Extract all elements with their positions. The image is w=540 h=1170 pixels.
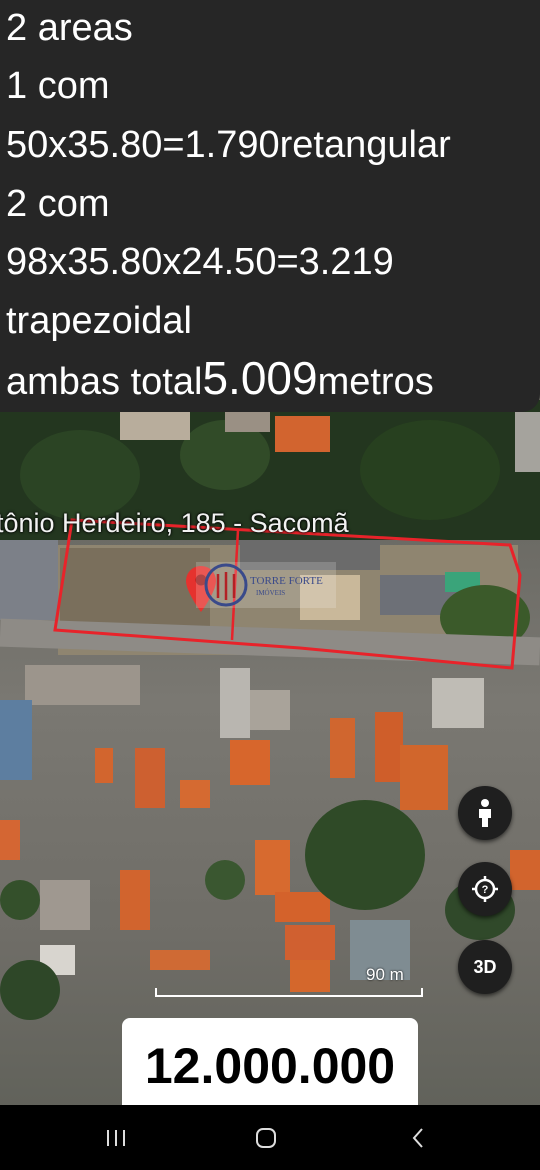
back-button[interactable] bbox=[378, 1105, 458, 1170]
watermark-logo: TORRE FORTE IMÓVEIS bbox=[196, 562, 336, 608]
note-line-5: 98x35.80x24.50=3.219 bbox=[6, 241, 394, 283]
total-prefix: ambas total bbox=[6, 361, 203, 403]
note-banner: 2 areas 1 com 50x35.80=1.790retangular 2… bbox=[0, 0, 540, 412]
total-value: 5.009 bbox=[202, 352, 318, 404]
note-line-2: 1 com bbox=[6, 65, 110, 107]
note-line-3: 50x35.80=1.790retangular bbox=[6, 124, 451, 166]
price-tag: 12.000.000 bbox=[122, 1018, 418, 1114]
recent-apps-button[interactable] bbox=[76, 1105, 156, 1170]
scale-bar bbox=[155, 988, 423, 997]
svg-text:IMÓVEIS: IMÓVEIS bbox=[256, 589, 285, 597]
back-icon bbox=[412, 1127, 423, 1148]
3d-toggle-button[interactable]: 3D bbox=[458, 940, 512, 994]
note-line-4: 2 com bbox=[6, 183, 110, 225]
pegman-icon bbox=[479, 799, 491, 827]
my-location-button[interactable]: ? bbox=[458, 862, 512, 916]
total-suffix: metros bbox=[317, 361, 434, 403]
recent-apps-icon bbox=[107, 1129, 125, 1146]
street-view-button[interactable] bbox=[458, 786, 512, 840]
note-line-1: 2 areas bbox=[6, 7, 133, 49]
note-total-line: ambas total5.009metros bbox=[6, 355, 434, 404]
home-icon bbox=[256, 1127, 276, 1148]
system-nav-bar bbox=[0, 1105, 540, 1170]
scale-label: 90 m bbox=[366, 965, 404, 984]
address-label[interactable]: tônio Herdeiro, 185 - Sacomã bbox=[0, 508, 349, 539]
location-target-icon: ? bbox=[472, 876, 498, 902]
svg-text:TORRE FORTE: TORRE FORTE bbox=[250, 575, 323, 587]
note-line-6: trapezoidal bbox=[6, 300, 192, 342]
svg-text:?: ? bbox=[482, 884, 489, 896]
home-button[interactable] bbox=[226, 1105, 306, 1170]
